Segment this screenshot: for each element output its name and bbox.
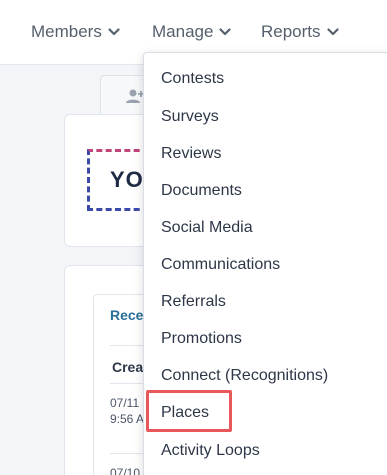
nav-manage-label: Manage	[152, 22, 214, 41]
nav-members-label: Members	[31, 22, 102, 41]
table-cell-date: 07/11	[110, 396, 140, 410]
nav-reports[interactable]: Reports	[261, 20, 339, 44]
menu-item-documents[interactable]: Documents	[161, 180, 242, 202]
nav-manage[interactable]: Manage	[152, 20, 232, 44]
menu-item-referrals[interactable]: Referrals	[161, 291, 226, 313]
nav-members[interactable]: Members	[31, 20, 120, 44]
table-cell-time: 9:56 A	[110, 412, 145, 426]
menu-item-reviews[interactable]: Reviews	[161, 143, 221, 165]
menu-item-activity-loops[interactable]: Activity Loops	[161, 440, 260, 462]
chevron-down-icon	[326, 28, 339, 36]
menu-item-contests[interactable]: Contests	[161, 68, 224, 90]
chevron-down-icon	[108, 28, 120, 36]
logo-text: YO	[110, 167, 144, 192]
menu-item-connect-recognitions[interactable]: Connect (Recognitions)	[161, 365, 328, 387]
add-user-icon	[126, 89, 144, 103]
menu-item-surveys[interactable]: Surveys	[161, 106, 219, 128]
chevron-down-icon	[219, 28, 232, 36]
menu-item-promotions[interactable]: Promotions	[161, 328, 242, 350]
menu-item-communications[interactable]: Communications	[161, 254, 280, 276]
table-cell-date: 07/10	[110, 466, 141, 475]
menu-item-social-media[interactable]: Social Media	[161, 217, 253, 239]
places-highlight-box	[146, 390, 232, 432]
nav-reports-label: Reports	[261, 22, 321, 41]
